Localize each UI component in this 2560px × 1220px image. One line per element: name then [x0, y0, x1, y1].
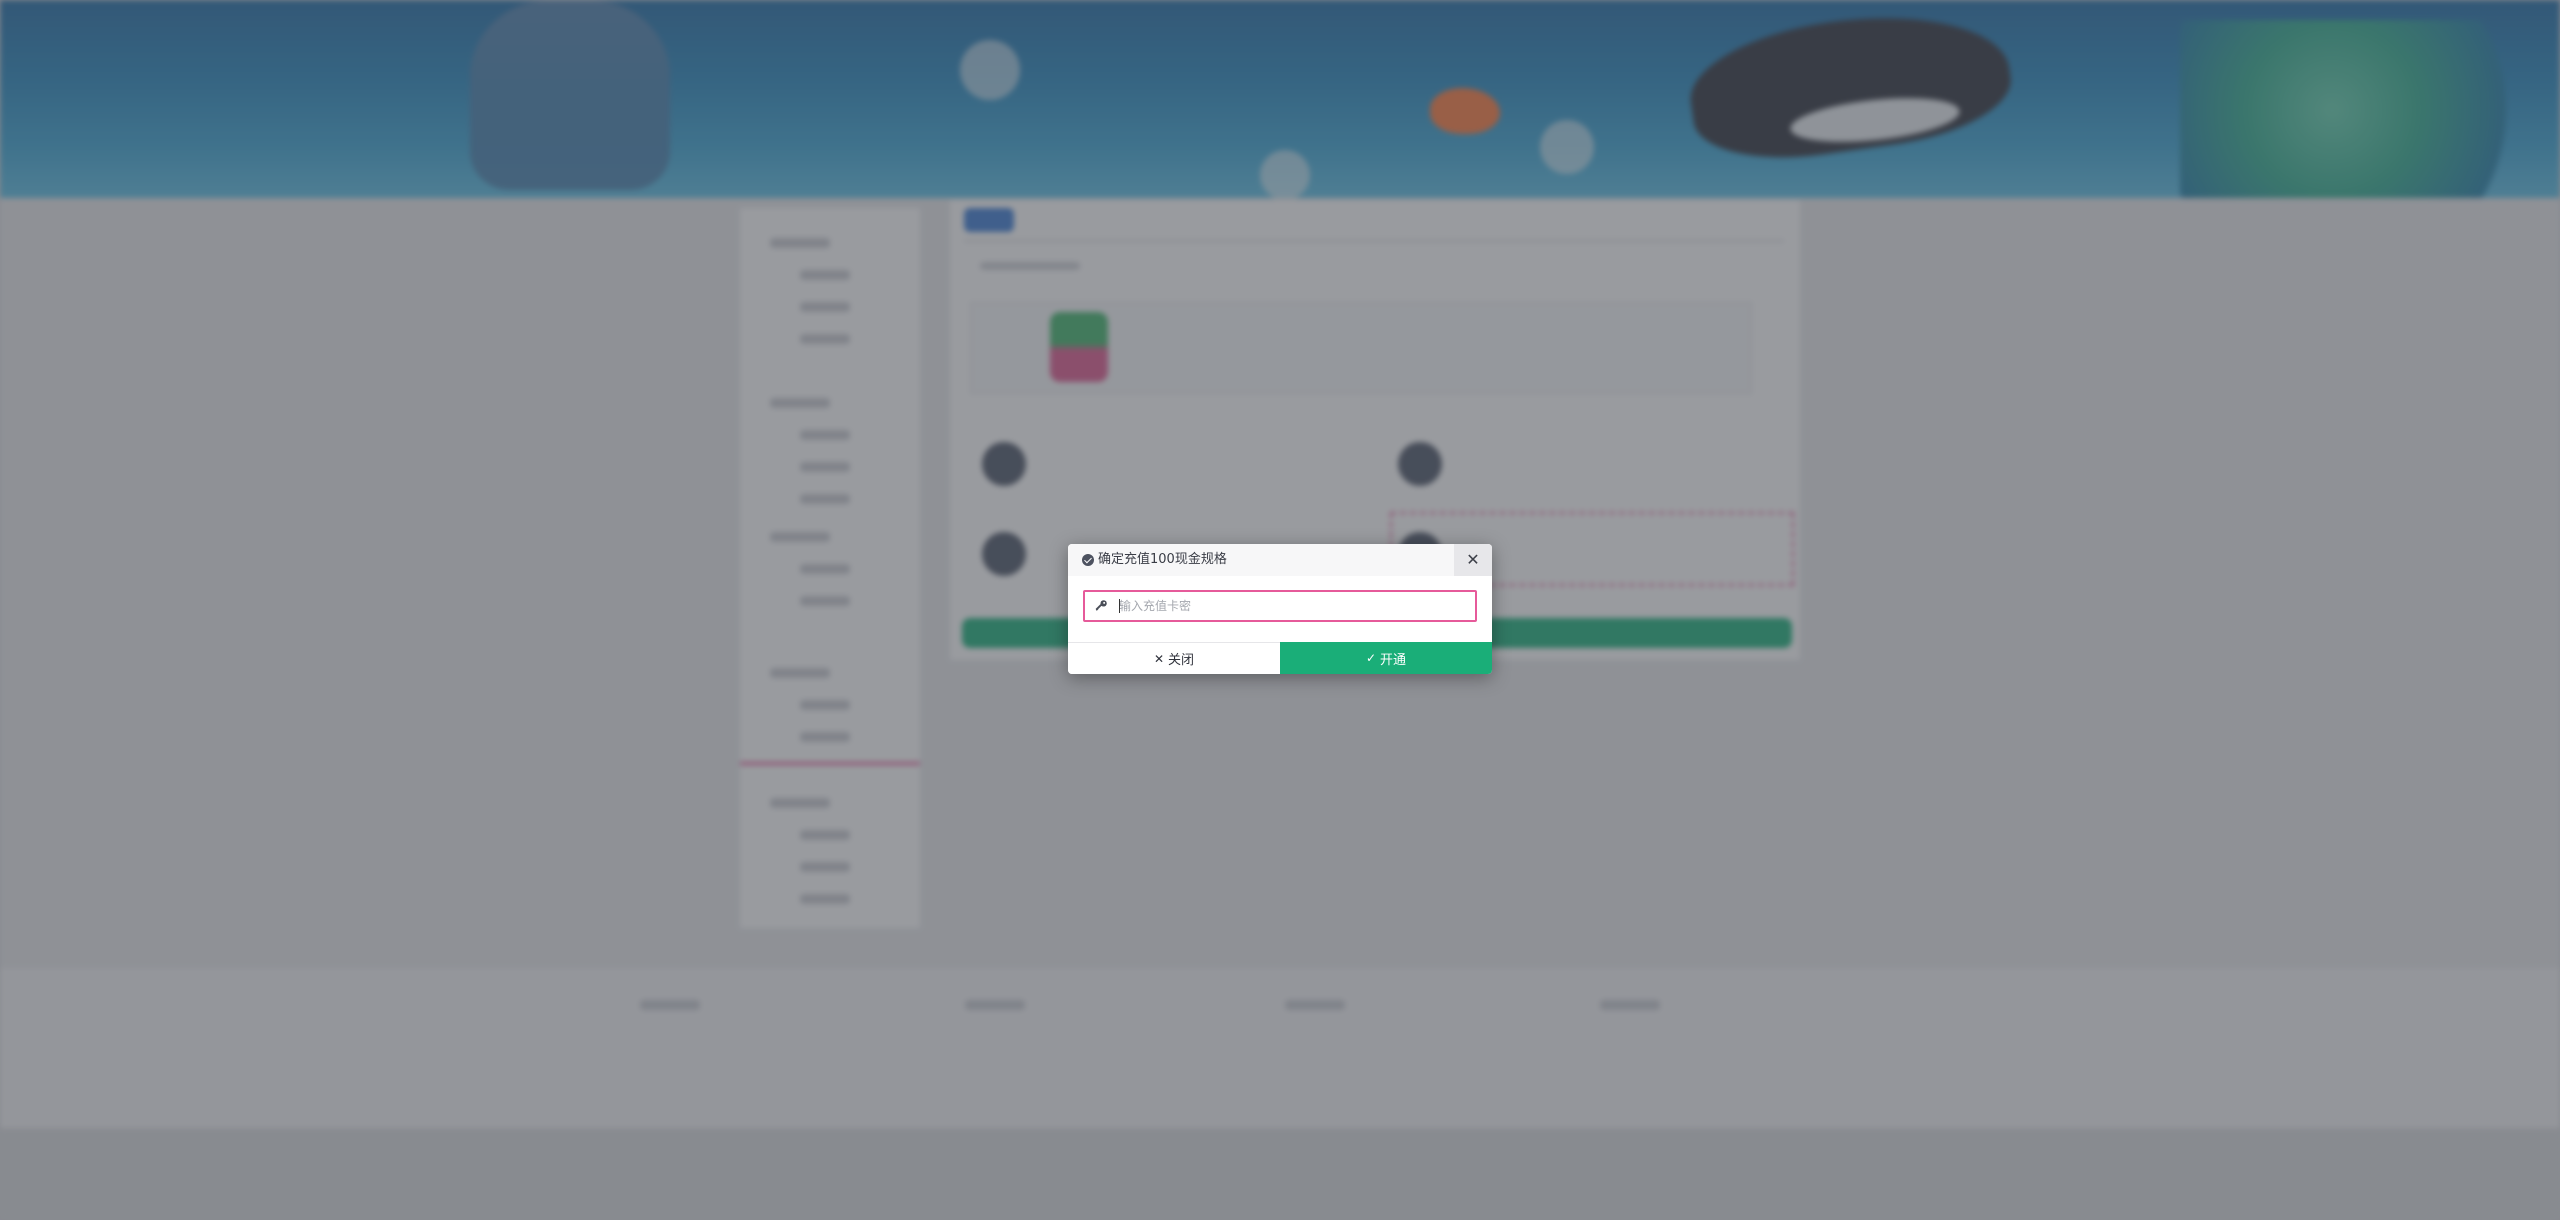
page: 确定充值100现金规格 ✕ ✕ 关闭 ✓ 开通: [0, 0, 2560, 1220]
text-caret: [1119, 599, 1120, 613]
dialog-footer: ✕ 关闭 ✓ 开通: [1068, 642, 1492, 674]
close-button[interactable]: ✕ 关闭: [1068, 642, 1280, 674]
key-icon: [1095, 600, 1107, 611]
dialog-title: 确定充值100现金规格: [1098, 552, 1227, 567]
dialog-header: 确定充值100现金规格 ✕: [1068, 544, 1492, 576]
recharge-dialog: 确定充值100现金规格 ✕ ✕ 关闭 ✓ 开通: [1068, 544, 1492, 674]
confirm-open-button[interactable]: ✓ 开通: [1280, 642, 1492, 674]
card-code-input[interactable]: [1119, 592, 1469, 620]
check-icon: ✓: [1365, 651, 1377, 665]
card-code-field[interactable]: [1083, 590, 1477, 622]
confirm-button-label: 开通: [1380, 652, 1407, 668]
close-icon: ✕: [1466, 550, 1480, 569]
check-circle-icon: [1082, 554, 1094, 566]
dialog-close-button[interactable]: ✕: [1454, 544, 1492, 576]
close-button-label: 关闭: [1168, 653, 1195, 668]
x-icon: ✕: [1153, 651, 1165, 666]
dialog-title-wrap: 确定充值100现金规格: [1082, 544, 1227, 576]
